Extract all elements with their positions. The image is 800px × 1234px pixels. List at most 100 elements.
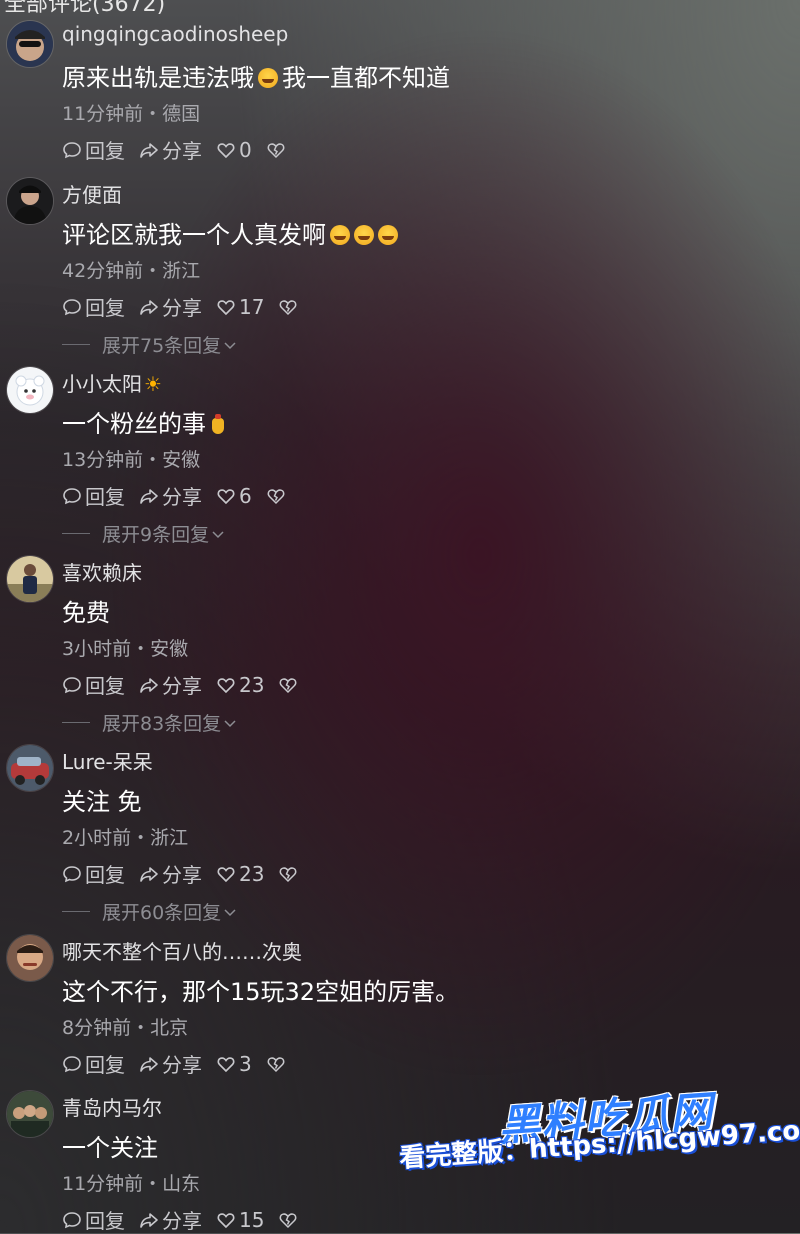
like-button[interactable]: 17 bbox=[216, 295, 264, 319]
comment-actions: 回复 分享 6 bbox=[62, 481, 300, 510]
divider bbox=[62, 911, 90, 912]
chat-bubble-icon bbox=[63, 865, 81, 882]
chat-bubble-icon bbox=[63, 676, 81, 693]
dislike-button[interactable] bbox=[266, 486, 286, 506]
username[interactable]: 青岛内马尔 bbox=[62, 1092, 162, 1121]
comment-text: 一个关注 bbox=[62, 1134, 158, 1162]
like-button[interactable]: 23 bbox=[216, 673, 264, 697]
comment-actions: 回复 分享 15 bbox=[62, 1205, 312, 1234]
dislike-button[interactable] bbox=[278, 1210, 298, 1230]
like-button[interactable]: 23 bbox=[216, 862, 264, 886]
username[interactable]: qingqingcaodinosheep bbox=[62, 22, 288, 46]
chevron-down-icon bbox=[224, 719, 236, 727]
comment-time-location: 2小时前・浙江 bbox=[62, 827, 189, 849]
comment-text: 这个不行，那个15玩32空姐的厉害。 bbox=[62, 978, 460, 1006]
share-button[interactable]: 分享 bbox=[139, 1205, 202, 1234]
comment-actions: 回复 分享 0 bbox=[62, 135, 300, 164]
comment-actions: 回复 分享 23 bbox=[62, 859, 312, 888]
share-arrow-icon bbox=[140, 299, 158, 315]
divider bbox=[62, 722, 90, 723]
reply-button[interactable]: 回复 bbox=[62, 670, 125, 699]
broken-heart-icon bbox=[267, 142, 285, 158]
chat-bubble-icon bbox=[63, 1211, 81, 1228]
heart-icon bbox=[217, 677, 235, 693]
broken-heart-icon bbox=[267, 1056, 285, 1072]
comments-header: 全部评论(3672) bbox=[4, 0, 166, 17]
comment-actions: 回复 分享 3 bbox=[62, 1049, 300, 1078]
comment-text: 评论区就我一个人真发啊 bbox=[62, 215, 398, 250]
user-avatar[interactable] bbox=[6, 20, 54, 68]
like-button[interactable]: 0 bbox=[216, 138, 252, 162]
divider bbox=[62, 533, 90, 534]
share-arrow-icon bbox=[140, 866, 158, 882]
comment-time-location: 13分钟前・安徽 bbox=[62, 449, 201, 471]
username[interactable]: Lure-呆呆 bbox=[62, 746, 153, 775]
heart-icon bbox=[217, 1212, 235, 1228]
comment-actions: 回复 分享 23 bbox=[62, 670, 312, 699]
chevron-down-icon bbox=[224, 908, 236, 916]
user-avatar[interactable] bbox=[6, 1090, 54, 1138]
user-avatar[interactable] bbox=[6, 555, 54, 603]
reply-button[interactable]: 回复 bbox=[62, 292, 125, 321]
share-button[interactable]: 分享 bbox=[139, 859, 202, 888]
divider bbox=[62, 344, 90, 345]
comment-time-location: 42分钟前・浙江 bbox=[62, 260, 201, 282]
dislike-button[interactable] bbox=[278, 297, 298, 317]
username[interactable]: 喜欢赖床 bbox=[62, 557, 142, 586]
laughing-emoji-icon bbox=[258, 68, 278, 88]
comment-actions: 回复 分享 17 bbox=[62, 292, 312, 321]
share-arrow-icon bbox=[140, 677, 158, 693]
broken-heart-icon bbox=[280, 866, 297, 882]
dislike-button[interactable] bbox=[266, 1054, 286, 1074]
laughing-emoji-icon bbox=[330, 225, 350, 245]
comment-text: 一个粉丝的事 bbox=[62, 404, 224, 439]
share-arrow-icon bbox=[140, 142, 158, 158]
comment-text: 原来出轨是违法哦 我一直都不知道 bbox=[62, 64, 450, 92]
like-button[interactable]: 3 bbox=[216, 1052, 252, 1076]
expand-replies-button[interactable]: 展开83条回复 bbox=[62, 709, 237, 736]
comment-time-location: 11分钟前・山东 bbox=[62, 1173, 201, 1195]
broken-heart-icon bbox=[267, 488, 285, 504]
reply-button[interactable]: 回复 bbox=[62, 481, 125, 510]
reply-button[interactable]: 回复 bbox=[62, 135, 125, 164]
like-button[interactable]: 6 bbox=[216, 484, 252, 508]
user-avatar[interactable] bbox=[6, 934, 54, 982]
share-arrow-icon bbox=[140, 1056, 158, 1072]
share-button[interactable]: 分享 bbox=[139, 135, 202, 164]
expand-replies-button[interactable]: 展开75条回复 bbox=[62, 331, 237, 358]
user-avatar[interactable] bbox=[6, 177, 54, 225]
username[interactable]: 方便面 bbox=[62, 179, 122, 208]
dislike-button[interactable] bbox=[278, 675, 298, 695]
share-arrow-icon bbox=[140, 488, 158, 504]
expand-replies-button[interactable]: 展开9条回复 bbox=[62, 520, 225, 547]
chat-bubble-icon bbox=[63, 298, 81, 315]
chevron-down-icon bbox=[224, 341, 236, 349]
like-button[interactable]: 15 bbox=[216, 1208, 264, 1232]
laughing-emoji-icon bbox=[378, 225, 398, 245]
reply-button[interactable]: 回复 bbox=[62, 859, 125, 888]
comment-time-location: 3小时前・安徽 bbox=[62, 638, 189, 660]
comment-time-location: 8分钟前・北京 bbox=[62, 1017, 189, 1039]
user-avatar[interactable] bbox=[6, 366, 54, 414]
share-button[interactable]: 分享 bbox=[139, 481, 202, 510]
dislike-button[interactable] bbox=[266, 140, 286, 160]
reply-button[interactable]: 回复 bbox=[62, 1049, 125, 1078]
sun-emoji-icon: ☀ bbox=[144, 372, 162, 396]
dislike-button[interactable] bbox=[278, 864, 298, 884]
heart-icon bbox=[217, 866, 235, 882]
chat-bubble-icon bbox=[63, 487, 81, 504]
share-button[interactable]: 分享 bbox=[139, 292, 202, 321]
user-avatar[interactable] bbox=[6, 744, 54, 792]
broken-heart-icon bbox=[280, 1212, 297, 1228]
username[interactable]: 小小太阳 ☀ bbox=[62, 368, 162, 397]
comment-text: 免费 bbox=[62, 599, 110, 627]
username[interactable]: 哪天不整个百八的……次奥 bbox=[62, 936, 302, 965]
comment-time-location: 11分钟前・德国 bbox=[62, 103, 201, 125]
reply-button[interactable]: 回复 bbox=[62, 1205, 125, 1234]
comment-text: 关注 免 bbox=[62, 788, 142, 816]
heart-icon bbox=[217, 488, 235, 504]
share-button[interactable]: 分享 bbox=[139, 1049, 202, 1078]
expand-replies-button[interactable]: 展开60条回复 bbox=[62, 898, 237, 925]
broken-heart-icon bbox=[280, 677, 297, 693]
share-button[interactable]: 分享 bbox=[139, 670, 202, 699]
